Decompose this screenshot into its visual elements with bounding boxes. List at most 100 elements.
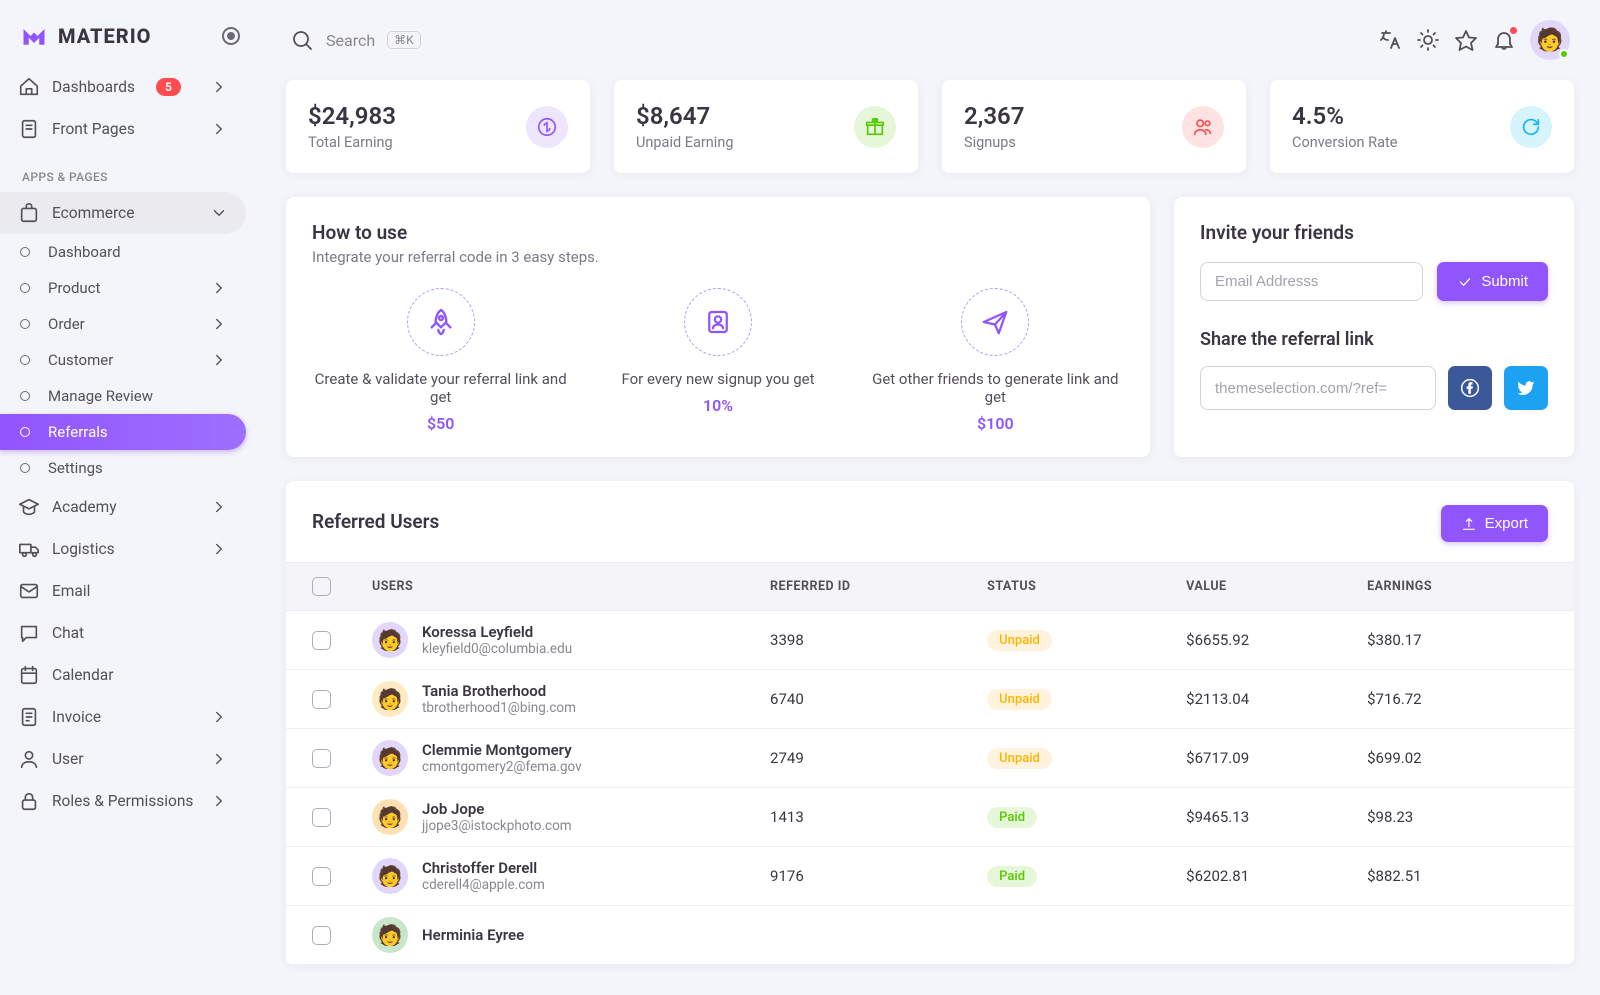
user-name: Clemmie Montgomery bbox=[422, 741, 582, 759]
nav-invoice[interactable]: Invoice bbox=[0, 696, 246, 738]
nav-logistics[interactable]: Logistics bbox=[0, 528, 246, 570]
referred-id: 1413 bbox=[770, 808, 987, 826]
nav-user[interactable]: User bbox=[0, 738, 246, 780]
chevron-right-icon bbox=[210, 540, 228, 558]
col-earnings[interactable]: EARNINGS bbox=[1367, 579, 1548, 594]
chevron-right-icon bbox=[210, 750, 228, 768]
subnav-referrals[interactable]: Referrals bbox=[0, 414, 246, 450]
referral-link-input[interactable] bbox=[1200, 366, 1436, 410]
stat-value: 4.5% bbox=[1292, 102, 1397, 130]
twitter-button[interactable] bbox=[1504, 366, 1548, 410]
nav-ecommerce[interactable]: Ecommerce bbox=[0, 192, 246, 234]
submit-button[interactable]: Submit bbox=[1437, 262, 1548, 301]
subnav-product[interactable]: Product bbox=[0, 270, 246, 306]
nav-label: Dashboards bbox=[52, 78, 135, 96]
nav-chat[interactable]: Chat bbox=[0, 612, 246, 654]
earnings-cell: $882.51 bbox=[1367, 867, 1548, 885]
stat-label: Signups bbox=[964, 134, 1024, 151]
status-badge: Unpaid bbox=[987, 748, 1052, 769]
subnav-customer[interactable]: Customer bbox=[0, 342, 246, 378]
nav-roles[interactable]: Roles & Permissions bbox=[0, 780, 246, 822]
upload-icon bbox=[1461, 516, 1477, 532]
subnav-label: Settings bbox=[48, 459, 103, 477]
search-trigger[interactable]: Search ⌘K bbox=[290, 28, 421, 52]
subnav-manage-review[interactable]: Manage Review bbox=[0, 378, 246, 414]
theme-icon[interactable] bbox=[1416, 28, 1440, 52]
facebook-button[interactable] bbox=[1448, 366, 1492, 410]
export-button[interactable]: Export bbox=[1441, 505, 1548, 542]
nav-label: Calendar bbox=[52, 666, 114, 684]
user-avatar-icon: 🧑 bbox=[372, 622, 408, 658]
table-row[interactable]: 🧑Clemmie Montgomerycmontgomery2@fema.gov… bbox=[286, 729, 1574, 788]
nav-section-title: APPS & PAGES bbox=[0, 150, 260, 192]
document-icon bbox=[18, 118, 40, 140]
col-status[interactable]: STATUS bbox=[987, 579, 1186, 594]
table-header: USERS REFERRED ID STATUS VALUE EARNINGS bbox=[286, 562, 1574, 611]
status-badge: Unpaid bbox=[987, 630, 1052, 651]
table-body: 🧑Koressa Leyfieldkleyfield0@columbia.edu… bbox=[286, 611, 1574, 965]
subnav-order[interactable]: Order bbox=[0, 306, 246, 342]
users-icon bbox=[1182, 106, 1224, 148]
search-shortcut: ⌘K bbox=[387, 31, 421, 49]
nav-label: Ecommerce bbox=[52, 204, 134, 222]
bullet-icon bbox=[20, 427, 30, 437]
nav-label: Invoice bbox=[52, 708, 101, 726]
row-checkbox[interactable] bbox=[312, 690, 331, 709]
select-all-checkbox[interactable] bbox=[312, 577, 331, 596]
nav-calendar[interactable]: Calendar bbox=[0, 654, 246, 696]
chevron-right-icon bbox=[210, 279, 228, 297]
value-cell: $2113.04 bbox=[1186, 690, 1367, 708]
step-amount: $100 bbox=[867, 414, 1124, 433]
stat-signups: 2,367 Signups bbox=[942, 80, 1246, 173]
language-icon[interactable] bbox=[1378, 28, 1402, 52]
col-value[interactable]: VALUE bbox=[1186, 579, 1367, 594]
user-icon bbox=[18, 748, 40, 770]
table-row[interactable]: 🧑Job Jopejjope3@istockphoto.com1413Paid$… bbox=[286, 788, 1574, 847]
row-checkbox[interactable] bbox=[312, 867, 331, 886]
twitter-icon bbox=[1516, 378, 1536, 398]
row-checkbox[interactable] bbox=[312, 631, 331, 650]
sidebar: MATERIO Dashboards 5 Front Pages APPS & … bbox=[0, 0, 260, 995]
nav-email[interactable]: Email bbox=[0, 570, 246, 612]
chevron-right-icon bbox=[210, 708, 228, 726]
chat-icon bbox=[18, 622, 40, 644]
academy-icon bbox=[18, 496, 40, 518]
chevron-right-icon bbox=[210, 78, 228, 96]
email-input[interactable] bbox=[1200, 262, 1423, 301]
subnav-dashboard[interactable]: Dashboard bbox=[0, 234, 246, 270]
chevron-right-icon bbox=[210, 498, 228, 516]
table-row[interactable]: 🧑Christoffer Derellcderell4@apple.com917… bbox=[286, 847, 1574, 906]
user-email: tbrotherhood1@bing.com bbox=[422, 700, 576, 716]
row-checkbox[interactable] bbox=[312, 808, 331, 827]
subnav-label: Dashboard bbox=[48, 243, 121, 261]
user-name: Job Jope bbox=[422, 800, 572, 818]
nav-academy[interactable]: Academy bbox=[0, 486, 246, 528]
earnings-cell: $716.72 bbox=[1367, 690, 1548, 708]
subnav-settings[interactable]: Settings bbox=[0, 450, 246, 486]
table-row[interactable]: 🧑Herminia Eyree bbox=[286, 906, 1574, 965]
stat-unpaid-earning: $8,647 Unpaid Earning bbox=[614, 80, 918, 173]
dollar-icon bbox=[526, 106, 568, 148]
notifications-button[interactable] bbox=[1492, 28, 1516, 52]
nav-front-pages[interactable]: Front Pages bbox=[0, 108, 246, 150]
table-row[interactable]: 🧑Koressa Leyfieldkleyfield0@columbia.edu… bbox=[286, 611, 1574, 670]
user-name: Christoffer Derell bbox=[422, 859, 545, 877]
step-text: For every new signup you get bbox=[589, 370, 846, 388]
user-name: Herminia Eyree bbox=[422, 926, 524, 944]
user-avatar[interactable]: 🧑 bbox=[1530, 20, 1570, 60]
notification-dot-icon bbox=[1509, 26, 1518, 35]
send-icon bbox=[961, 288, 1029, 356]
col-referred-id[interactable]: REFERRED ID bbox=[770, 579, 987, 594]
row-checkbox[interactable] bbox=[312, 749, 331, 768]
sidebar-pin-icon[interactable] bbox=[222, 27, 240, 45]
star-icon[interactable] bbox=[1454, 28, 1478, 52]
table-row[interactable]: 🧑Tania Brotherhoodtbrotherhood1@bing.com… bbox=[286, 670, 1574, 729]
status-online-icon bbox=[1559, 49, 1569, 59]
bullet-icon bbox=[20, 319, 30, 329]
earnings-cell: $98.23 bbox=[1367, 808, 1548, 826]
row-checkbox[interactable] bbox=[312, 926, 331, 945]
col-users[interactable]: USERS bbox=[372, 579, 770, 594]
nav-dashboards[interactable]: Dashboards 5 bbox=[0, 66, 246, 108]
nav-label: Email bbox=[52, 582, 90, 600]
step-text: Create & validate your referral link and… bbox=[312, 370, 569, 406]
